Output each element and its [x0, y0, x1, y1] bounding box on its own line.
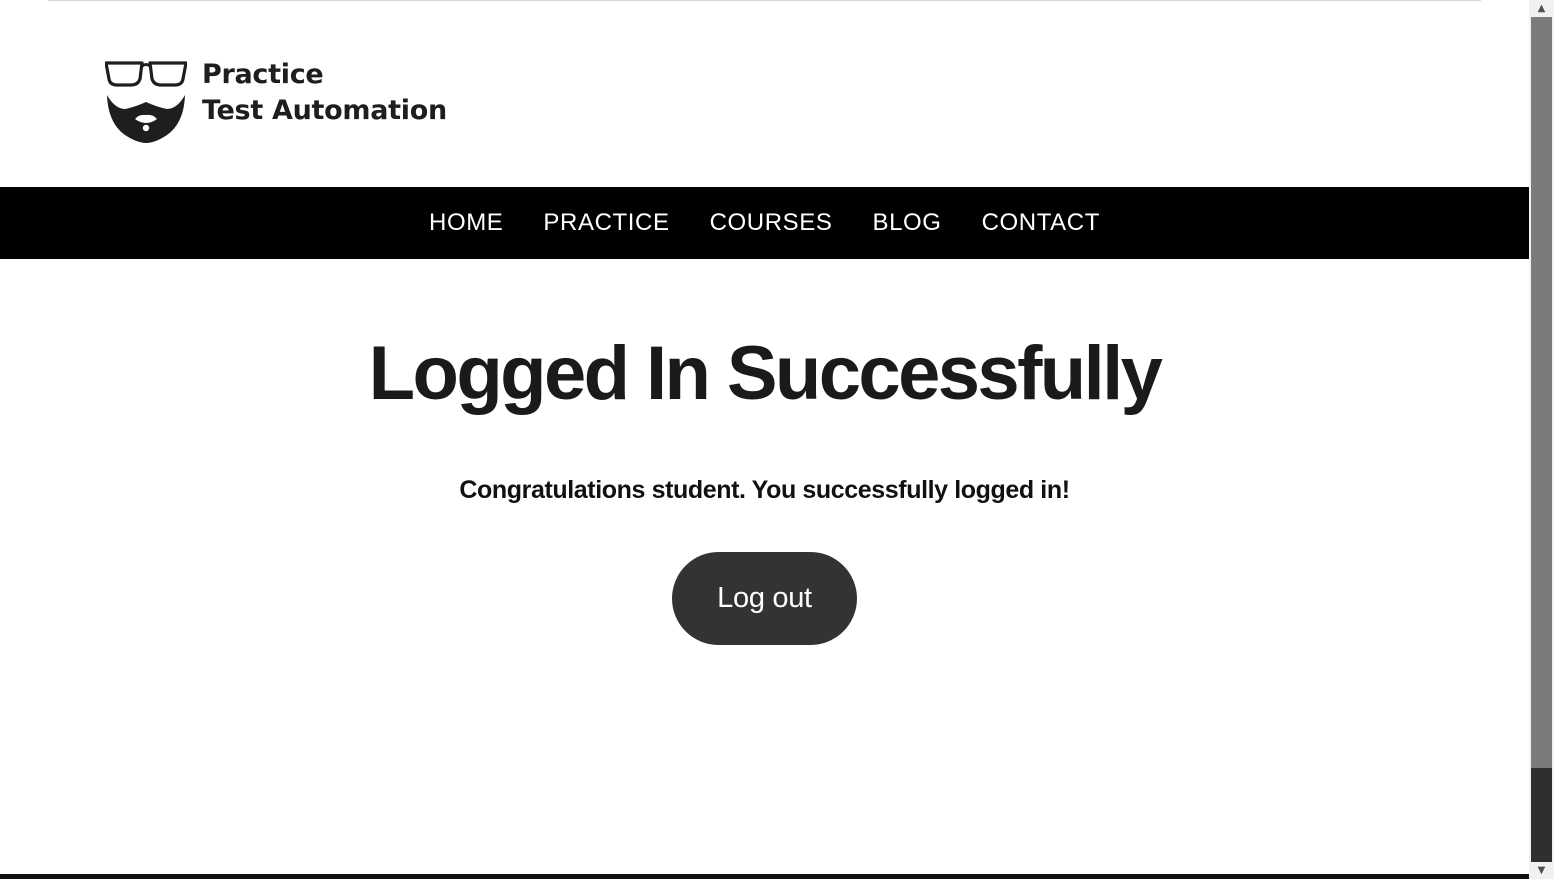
browser-viewport: Practice Test Automation HOME PRACTICE C…	[0, 0, 1529, 879]
site-header: Practice Test Automation	[0, 1, 1529, 187]
nav-item-blog: BLOG	[872, 205, 941, 241]
nav-link-home[interactable]: HOME	[429, 205, 503, 241]
main-navigation: HOME PRACTICE COURSES BLOG CONTACT	[0, 187, 1529, 259]
footer-edge	[0, 874, 1529, 879]
vertical-scrollbar[interactable]: ▲ ▼	[1529, 0, 1554, 879]
nav-menu: HOME PRACTICE COURSES BLOG CONTACT	[0, 187, 1529, 259]
logo-line-test-automation: Test Automation	[202, 95, 447, 126]
arrow-up-icon[interactable]: ▲	[1529, 0, 1554, 17]
nav-link-blog[interactable]: BLOG	[872, 205, 941, 241]
logo-line-practice: Practice	[202, 59, 324, 90]
nav-item-practice: PRACTICE	[543, 205, 669, 241]
nav-link-practice[interactable]: PRACTICE	[543, 205, 669, 241]
scrollbar-track[interactable]	[1531, 768, 1552, 862]
nav-link-contact[interactable]: CONTACT	[982, 205, 1100, 241]
nav-item-contact: CONTACT	[982, 205, 1100, 241]
nav-link-courses[interactable]: COURSES	[710, 205, 833, 241]
scrollbar-thumb[interactable]	[1531, 17, 1552, 768]
glasses-beard-icon	[105, 61, 187, 143]
logo-text: Practice Test Automation	[202, 57, 447, 129]
logout-button[interactable]: Log out	[672, 552, 857, 645]
nav-item-courses: COURSES	[710, 205, 833, 241]
page-title: Logged In Successfully	[368, 331, 1163, 416]
site-logo-link[interactable]: Practice Test Automation	[102, 56, 462, 146]
success-message: Congratulations student. You successfull…	[459, 476, 1070, 504]
nav-item-home: HOME	[429, 205, 503, 241]
arrow-down-icon[interactable]: ▼	[1529, 862, 1554, 879]
main-content: Logged In Successfully Congratulations s…	[0, 259, 1529, 645]
